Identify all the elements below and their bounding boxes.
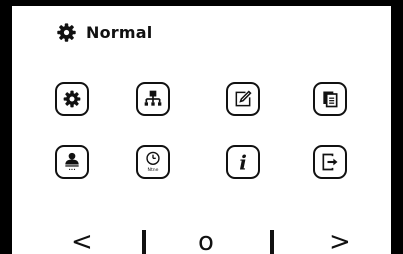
page-title: Normal xyxy=(86,22,153,42)
edit-icon xyxy=(235,90,252,107)
info-icon: i xyxy=(239,151,247,173)
logout-icon xyxy=(322,153,338,171)
user-caption: ••• xyxy=(68,167,75,172)
prev-button[interactable]: < xyxy=(71,229,93,254)
settings-button[interactable] xyxy=(55,82,89,116)
user-icon: ••• xyxy=(65,152,79,172)
home-button[interactable]: o xyxy=(198,229,214,254)
gear-icon xyxy=(57,22,76,42)
nav-divider-right xyxy=(270,230,274,254)
clock-icon: Ntne xyxy=(146,151,160,173)
network-icon xyxy=(144,90,162,106)
network-button[interactable] xyxy=(136,82,170,116)
settings-icon xyxy=(63,90,81,108)
time-caption: Ntne xyxy=(148,167,159,173)
edit-button[interactable] xyxy=(226,82,260,116)
info-button[interactable]: i xyxy=(226,145,260,179)
user-button[interactable]: ••• xyxy=(55,145,89,179)
info-glyph: i xyxy=(239,151,247,173)
logout-button[interactable] xyxy=(313,145,347,179)
header: Normal xyxy=(56,20,152,44)
nav-divider-left xyxy=(142,230,146,254)
time-button[interactable]: Ntne xyxy=(136,145,170,179)
next-button[interactable]: > xyxy=(329,229,351,254)
copy-button[interactable] xyxy=(313,82,347,116)
device-screen: Normal ••• Ntne i < o > xyxy=(12,6,391,254)
copy-icon xyxy=(323,91,338,108)
